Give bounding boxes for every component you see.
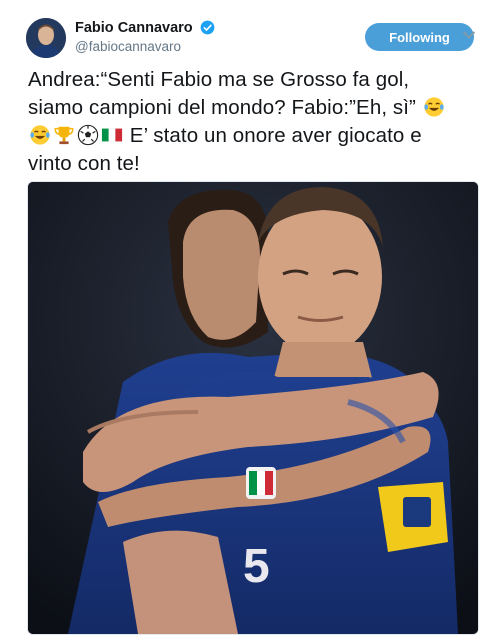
tweet-line-3: E’ stato un onore aver giocato e bbox=[28, 122, 478, 150]
user-names: Fabio Cannavaro @fabiocannavaro bbox=[75, 19, 215, 54]
tweet-photo[interactable]: 5 bbox=[27, 181, 479, 635]
face-with-tears-of-joy-icon bbox=[30, 125, 50, 145]
following-button[interactable]: Following bbox=[365, 23, 474, 51]
soccer-ball-icon bbox=[77, 124, 99, 146]
chevron-down-icon[interactable] bbox=[462, 28, 476, 42]
trophy-icon bbox=[54, 126, 74, 145]
face-with-tears-of-joy-icon bbox=[424, 97, 444, 117]
tweet-line-1: Andrea:“Senti Fabio ma se Grosso fa gol, bbox=[28, 68, 410, 91]
user-handle[interactable]: @fabiocannavaro bbox=[75, 39, 215, 54]
tweet-line-4: vinto con te! bbox=[28, 152, 140, 175]
tweet-header: Fabio Cannavaro @fabiocannavaro Followin… bbox=[26, 14, 476, 62]
italy-flag-icon bbox=[101, 128, 123, 142]
svg-text:5: 5 bbox=[243, 540, 270, 593]
display-name[interactable]: Fabio Cannavaro bbox=[75, 20, 193, 36]
tweet-line-3-text: E’ stato un onore aver giocato e bbox=[129, 124, 422, 147]
tweet-line-2: siamo campioni del mondo? Fabio:”Eh, sì” bbox=[28, 94, 478, 122]
tweet-text: Andrea:“Senti Fabio ma se Grosso fa gol,… bbox=[28, 66, 478, 178]
tweet-line-2-text: siamo campioni del mondo? Fabio:”Eh, sì” bbox=[28, 96, 416, 119]
avatar[interactable] bbox=[26, 18, 66, 58]
verified-badge-icon bbox=[200, 20, 215, 35]
players-embrace-image: 5 bbox=[28, 182, 478, 634]
